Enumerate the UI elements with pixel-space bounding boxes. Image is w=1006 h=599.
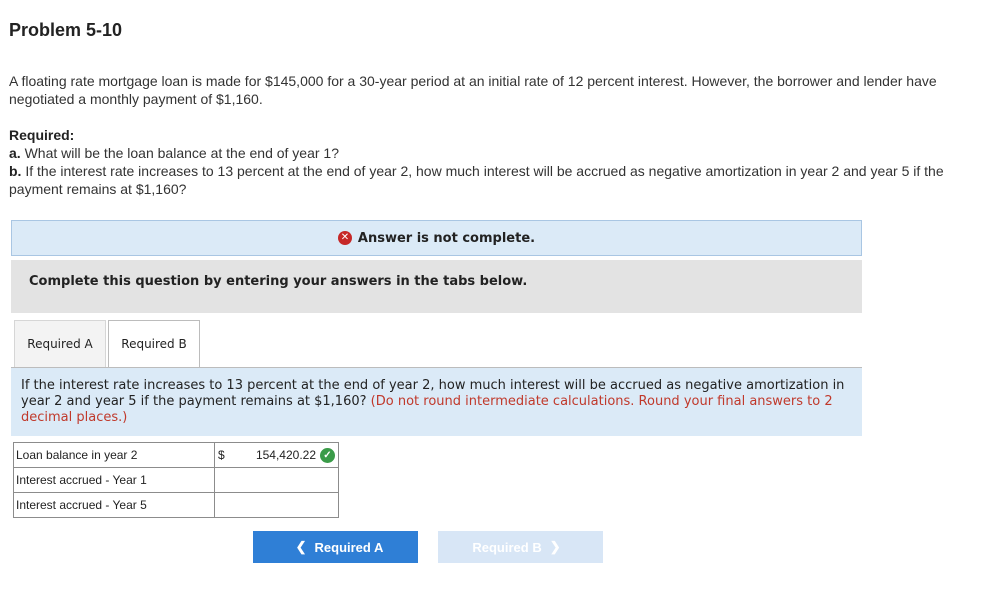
chevron-left-icon: ❮	[295, 539, 307, 554]
row-label: Interest accrued - Year 1	[13, 467, 215, 493]
loan-balance-year2-input[interactable]: $ 154,420.22 ✓	[214, 442, 339, 468]
instruction-text: Complete this question by entering your …	[29, 274, 528, 289]
tab-required-b[interactable]: Required B	[108, 320, 200, 368]
question-box: If the interest rate increases to 13 per…	[11, 368, 862, 436]
required-section: Required: a. What will be the loan balan…	[9, 126, 969, 198]
required-a-text: What will be the loan balance at the end…	[20, 145, 340, 161]
row-label: Loan balance in year 2	[13, 442, 215, 468]
answer-status-banner: ✕ Answer is not complete.	[11, 220, 862, 256]
table-row: Interest accrued - Year 5	[13, 492, 339, 518]
next-button-label: Required B	[472, 539, 542, 555]
tab-required-a[interactable]: Required A	[14, 320, 106, 367]
checkmark-icon: ✓	[320, 448, 335, 463]
input-value: 154,420.22	[255, 448, 316, 462]
chevron-right-icon: ❯	[549, 539, 561, 554]
prev-required-a-button[interactable]: ❮ Required A	[253, 531, 418, 563]
required-b-label: b.	[9, 163, 22, 179]
currency-symbol: $	[218, 448, 225, 462]
required-b-text: If the interest rate increases to 13 per…	[9, 163, 944, 197]
table-row: Loan balance in year 2 $ 154,420.22 ✓	[13, 442, 339, 468]
next-required-b-button: Required B ❯	[438, 531, 603, 563]
answer-status-text: Answer is not complete.	[357, 230, 536, 246]
problem-title: Problem 5-10	[9, 20, 123, 40]
prev-button-label: Required A	[314, 539, 384, 555]
required-heading: Required:	[9, 127, 75, 143]
required-b: b. If the interest rate increases to 13 …	[9, 162, 969, 198]
problem-intro: A floating rate mortgage loan is made fo…	[9, 73, 937, 107]
x-circle-icon: ✕	[337, 231, 352, 245]
answer-table: Loan balance in year 2 $ 154,420.22 ✓ In…	[13, 442, 339, 518]
required-a: a. What will be the loan balance at the …	[9, 144, 969, 162]
required-a-label: a.	[9, 145, 21, 161]
instruction-box: Complete this question by entering your …	[11, 260, 862, 313]
row-label: Interest accrued - Year 5	[13, 492, 215, 518]
table-row: Interest accrued - Year 1	[13, 467, 339, 493]
interest-year5-input[interactable]	[214, 492, 339, 518]
interest-year1-input[interactable]	[214, 467, 339, 493]
